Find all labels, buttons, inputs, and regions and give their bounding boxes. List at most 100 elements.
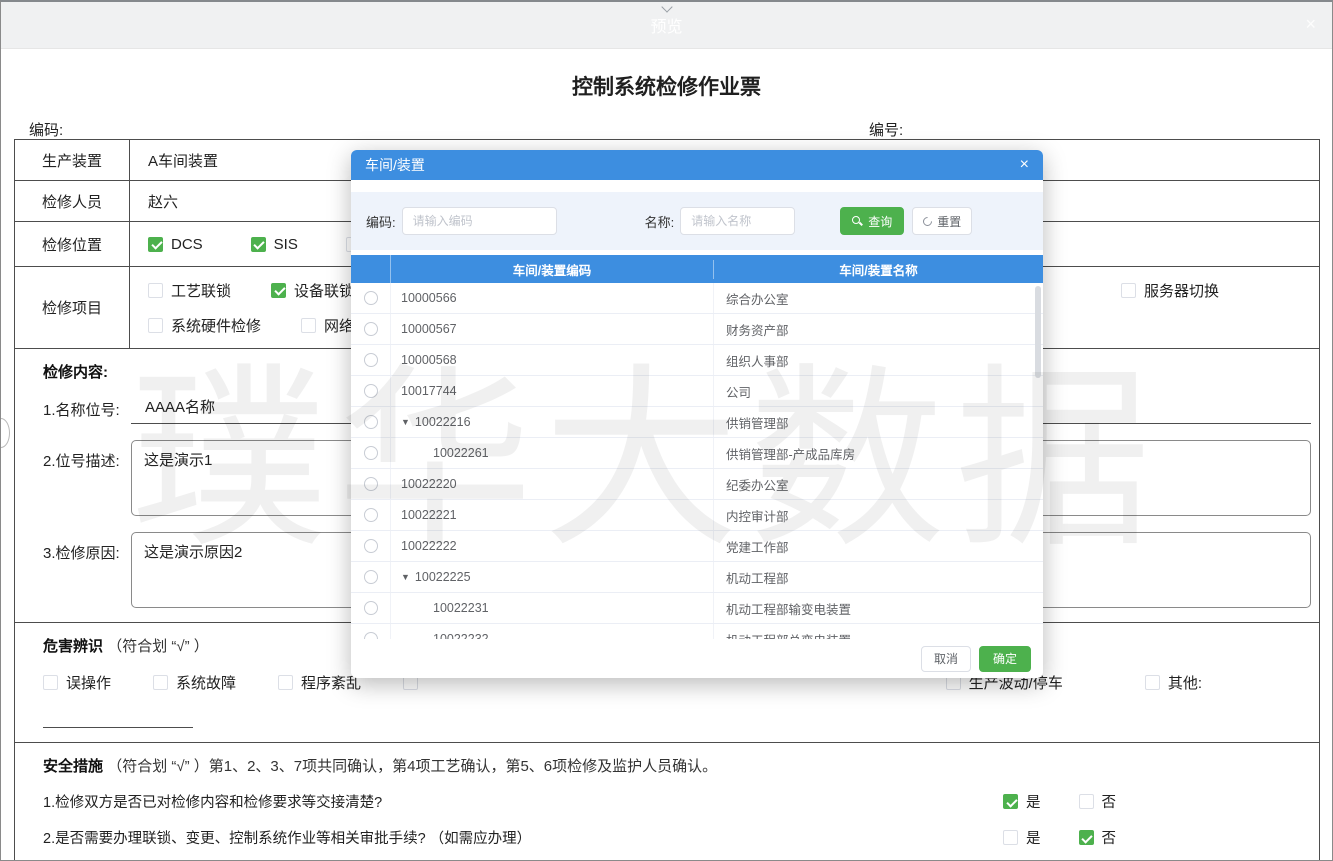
table-row[interactable]: ▼10022221 内控审计部 bbox=[351, 500, 1043, 531]
safety-questions: 1.检修双方是否已对检修内容和检修要求等交接清楚? 是 否 2.是否需要办理联锁… bbox=[43, 791, 1319, 861]
yes-checkbox[interactable] bbox=[1003, 794, 1018, 809]
row-name: 供销管理部-产成品库房 bbox=[714, 444, 1043, 463]
table-row[interactable]: ▼10022220 纪委办公室 bbox=[351, 469, 1043, 500]
row-radio[interactable] bbox=[364, 415, 378, 429]
expand-arrow-icon[interactable]: ▼ bbox=[401, 417, 410, 427]
row-radio[interactable] bbox=[364, 632, 378, 639]
number-label: 编号: bbox=[869, 119, 903, 140]
expand-arrow-icon[interactable]: ▼ bbox=[401, 572, 410, 582]
workshop-device-modal: 车间/装置 × 编码: 名称: 查询 重置 车间/装置编码 车间/装置名称 bbox=[351, 150, 1043, 678]
program-disorder-checkbox[interactable] bbox=[278, 675, 293, 690]
preview-close-icon[interactable]: × bbox=[1305, 14, 1316, 35]
workshop-device-table: 车间/装置编码 车间/装置名称 ▼10000566 综合办公室 ▼1000056… bbox=[351, 255, 1043, 639]
option-system-failure: 系统故障 bbox=[153, 672, 236, 693]
row-code: 10022225 bbox=[415, 570, 471, 584]
preview-title: 预览 bbox=[650, 13, 682, 37]
row-name: 综合办公室 bbox=[714, 289, 1043, 308]
table-row[interactable]: ▼10022261 供销管理部-产成品库房 bbox=[351, 438, 1043, 469]
row-name: 供销管理部 bbox=[714, 413, 1043, 432]
dcs-checkbox[interactable] bbox=[148, 237, 163, 252]
system-hardware-label: 系统硬件检修 bbox=[171, 315, 261, 336]
row-name: 机动工程部总变电装置 bbox=[714, 630, 1043, 640]
misoperation-checkbox[interactable] bbox=[43, 675, 58, 690]
dcs-label: DCS bbox=[171, 236, 203, 253]
page-title: 控制系统检修作业票 bbox=[1, 71, 1332, 101]
system-failure-checkbox[interactable] bbox=[153, 675, 168, 690]
other-checkbox[interactable] bbox=[1145, 675, 1160, 690]
sis-checkbox[interactable] bbox=[251, 237, 266, 252]
row-radio[interactable] bbox=[364, 539, 378, 553]
table-row[interactable]: ▼10000568 组织人事部 bbox=[351, 345, 1043, 376]
option-dcs: DCS bbox=[148, 236, 203, 253]
table-row[interactable]: ▼10000567 财务资产部 bbox=[351, 314, 1043, 345]
row-radio[interactable] bbox=[364, 570, 378, 584]
hazard-note: （符合划 “√” ） bbox=[107, 638, 209, 655]
table-row[interactable]: ▼10017744 公司 bbox=[351, 376, 1043, 407]
row-radio[interactable] bbox=[364, 446, 378, 460]
preview-header: 预览 × bbox=[1, 2, 1332, 49]
confirm-button[interactable]: 确定 bbox=[979, 646, 1031, 672]
safety-note: （符合划 “√” ）第1、2、3、7项共同确认，第4项工艺确认，第5、6项检修及… bbox=[107, 758, 717, 775]
collapse-chevron-icon[interactable] bbox=[662, 3, 672, 9]
search-button[interactable]: 查询 bbox=[840, 207, 904, 235]
row-code: 10022222 bbox=[401, 539, 457, 553]
safety-question-row: 1.检修双方是否已对检修内容和检修要求等交接清楚? 是 否 bbox=[43, 791, 1319, 812]
question-text: 1.检修双方是否已对检修内容和检修要求等交接清楚? bbox=[43, 791, 1003, 812]
option-system-hardware: 系统硬件检修 bbox=[148, 315, 261, 336]
reset-button[interactable]: 重置 bbox=[912, 207, 972, 235]
row-radio[interactable] bbox=[364, 322, 378, 336]
process-interlock-checkbox[interactable] bbox=[148, 283, 163, 298]
table-header: 车间/装置编码 车间/装置名称 bbox=[351, 255, 1043, 283]
maintenance-reason-label: 3.检修原因: bbox=[43, 532, 131, 563]
reset-button-label: 重置 bbox=[937, 213, 961, 230]
search-name-label: 名称: bbox=[645, 212, 675, 231]
equipment-interlock-checkbox[interactable] bbox=[271, 283, 286, 298]
row-code: 10022232 bbox=[433, 632, 489, 639]
table-row[interactable]: ▼10022216 供销管理部 bbox=[351, 407, 1043, 438]
search-button-label: 查询 bbox=[868, 213, 892, 230]
row-radio[interactable] bbox=[364, 353, 378, 367]
system-failure-label: 系统故障 bbox=[176, 672, 236, 693]
cancel-button[interactable]: 取消 bbox=[921, 646, 971, 672]
row-name: 党建工作部 bbox=[714, 537, 1043, 556]
no-label: 否 bbox=[1102, 791, 1117, 812]
sis-label: SIS bbox=[274, 236, 298, 253]
no-checkbox[interactable] bbox=[1079, 794, 1094, 809]
search-code-input[interactable] bbox=[402, 207, 557, 235]
row-code: 10017744 bbox=[401, 384, 457, 398]
modal-close-icon[interactable]: × bbox=[1020, 157, 1029, 173]
safety-heading: 安全措施 （符合划 “√” ）第1、2、3、7项共同确认，第4项工艺确认，第5、… bbox=[43, 755, 1319, 776]
table-row[interactable]: ▼10000566 综合办公室 bbox=[351, 283, 1043, 314]
table-scrollbar[interactable] bbox=[1035, 286, 1041, 378]
row-radio[interactable] bbox=[364, 384, 378, 398]
drawer-handle[interactable] bbox=[0, 418, 10, 448]
yes-checkbox[interactable] bbox=[1003, 830, 1018, 845]
row-code: 10000566 bbox=[401, 291, 457, 305]
row-name: 纪委办公室 bbox=[714, 475, 1043, 494]
row-radio[interactable] bbox=[364, 291, 378, 305]
server-switch-label: 服务器切换 bbox=[1144, 280, 1219, 301]
modal-header: 车间/装置 × bbox=[351, 150, 1043, 180]
table-row[interactable]: ▼10022232 机动工程部总变电装置 bbox=[351, 624, 1043, 639]
misoperation-label: 误操作 bbox=[66, 672, 111, 693]
table-row[interactable]: ▼10022222 党建工作部 bbox=[351, 531, 1043, 562]
process-interlock-label: 工艺联锁 bbox=[171, 280, 231, 301]
server-switch-checkbox[interactable] bbox=[1121, 283, 1136, 298]
search-name-input[interactable] bbox=[680, 207, 795, 235]
yes-label: 是 bbox=[1026, 827, 1041, 848]
row-radio[interactable] bbox=[364, 601, 378, 615]
modal-title: 车间/装置 bbox=[365, 155, 425, 175]
table-row[interactable]: ▼10022231 机动工程部输变电装置 bbox=[351, 593, 1043, 624]
row-name: 内控审计部 bbox=[714, 506, 1043, 525]
network-equipment-checkbox[interactable] bbox=[301, 318, 316, 333]
items-label: 检修项目 bbox=[15, 267, 130, 348]
table-row[interactable]: ▼10022225 机动工程部 bbox=[351, 562, 1043, 593]
row-radio[interactable] bbox=[364, 508, 378, 522]
no-checkbox[interactable] bbox=[1079, 830, 1094, 845]
tag-description-label: 2.位号描述: bbox=[43, 440, 131, 471]
header-code: 车间/装置编码 bbox=[391, 260, 714, 279]
row-radio[interactable] bbox=[364, 477, 378, 491]
modal-search-bar: 编码: 名称: 查询 重置 bbox=[351, 192, 1043, 250]
system-hardware-checkbox[interactable] bbox=[148, 318, 163, 333]
section-safety-measures: 安全措施 （符合划 “√” ）第1、2、3、7项共同确认，第4项工艺确认，第5、… bbox=[15, 743, 1319, 861]
